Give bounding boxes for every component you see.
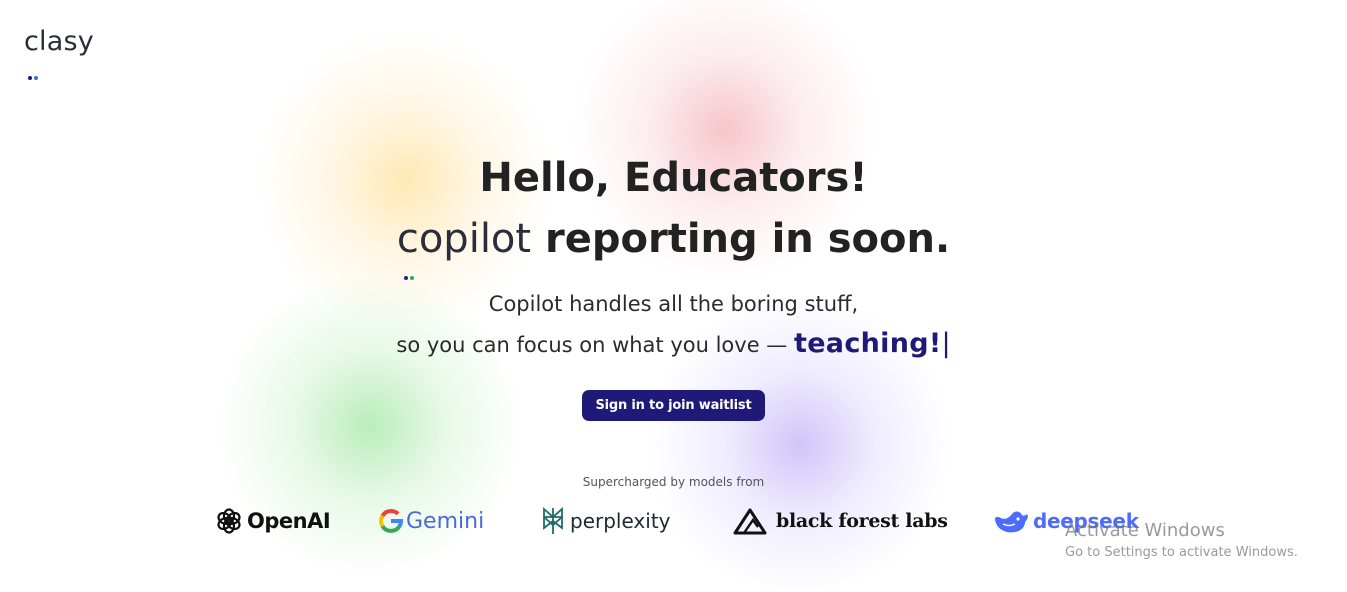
model-name: Gemini: [406, 508, 485, 534]
activate-title: Activate Windows: [1065, 520, 1225, 541]
google-g-icon: [379, 508, 404, 533]
black-forest-labs-logo: black forest labs: [732, 503, 948, 539]
subtitle-line-2-text: so you can focus on what you love —: [396, 333, 794, 357]
model-name: OpenAI: [247, 509, 331, 533]
model-name: black forest labs: [776, 510, 948, 532]
windows-activation-watermark: Activate Windows Go to Settings to activ…: [1065, 520, 1298, 563]
copilot-dot: [409, 276, 414, 280]
landing-page: clasy Hello, Educators! copilot reportin…: [0, 0, 1347, 592]
brand-dots: [28, 56, 42, 80]
hero-subtitle: Copilot handles all the boring stuff, so…: [0, 284, 1347, 365]
hero-tagline: copilot reporting in soon.: [396, 208, 951, 280]
highlight-word: teaching!: [793, 328, 942, 359]
whale-icon: [995, 511, 1028, 533]
hero-section: Hello, Educators! copilot reporting in s…: [0, 148, 1347, 421]
activate-subtitle: Go to Settings to activate Windows.: [1065, 545, 1298, 560]
copilot-dot: [403, 276, 408, 280]
brand-dot: [34, 76, 38, 80]
brand-dot: [28, 76, 32, 80]
perplexity-icon: [543, 506, 563, 534]
subtitle-line-1: Copilot handles all the boring stuff,: [488, 292, 859, 316]
gemini-logo: Gemini: [378, 503, 484, 539]
models-caption: Supercharged by models from: [582, 475, 765, 489]
openai-knot-icon: [217, 508, 241, 534]
typing-caret: |: [941, 328, 951, 359]
copilot-dots: [403, 267, 417, 280]
openai-logo: OpenAI: [215, 503, 331, 539]
perplexity-logo: perplexity: [540, 503, 671, 539]
brand-logo[interactable]: clasy: [24, 26, 94, 80]
copilot-word: copilot: [396, 216, 532, 262]
brand-name: clasy: [24, 26, 94, 57]
tagline-rest: reporting in soon.: [531, 216, 951, 262]
subtitle-line-2: so you can focus on what you love — teac…: [0, 324, 1347, 365]
join-waitlist-button[interactable]: Sign in to join waitlist: [581, 390, 766, 421]
copilot-wordmark: copilot: [396, 208, 532, 280]
model-name: perplexity: [570, 509, 671, 533]
hero-title: Hello, Educators!: [479, 155, 868, 201]
triangle-icon: [733, 508, 767, 535]
